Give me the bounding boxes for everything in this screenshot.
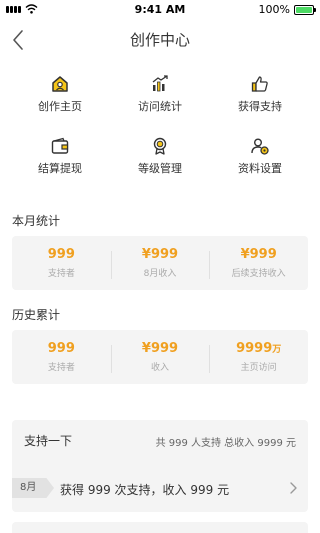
- battery-icon: [294, 4, 316, 15]
- stat-value: 9999万: [209, 341, 308, 356]
- badge-icon: [150, 136, 170, 156]
- stat-monthly-income: ¥999 8月收入: [110, 247, 210, 279]
- stat-income: ¥999 收入: [110, 341, 210, 373]
- stat-supporters: 999 支持者: [12, 247, 111, 279]
- stat-label: 支持者: [47, 269, 75, 279]
- stat-label: 收入: [151, 363, 170, 373]
- monthly-stats-card: 999 支持者 ¥999 8月收入 ¥999 后续支持收入: [12, 236, 308, 290]
- profile-settings-icon: [250, 136, 270, 156]
- menu-item-support[interactable]: 获得支持: [210, 74, 310, 114]
- stat-value: ¥999: [240, 247, 277, 262]
- wallet-icon: [50, 136, 70, 156]
- support-record-text: 获得 999 次支持，收入 999 元: [60, 483, 230, 497]
- chart-icon: [150, 74, 170, 94]
- battery-percent: 100%: [258, 3, 290, 16]
- stat-value: 999: [47, 247, 75, 262]
- support-panel: 支持一下 共 999 人支持 总收入 9999 元 8月 获得 999 次支持，…: [12, 420, 308, 512]
- battery-status: 100%: [258, 3, 316, 16]
- nav-bar: 创作中心: [0, 22, 320, 58]
- menu-item-home[interactable]: 创作主页: [10, 74, 110, 114]
- menu-item-settlement[interactable]: 结算提现: [10, 136, 110, 176]
- support-summary: 共 999 人支持 总收入 9999 元: [155, 438, 296, 449]
- menu-label: 访问统计: [138, 100, 182, 113]
- menu-label: 获得支持: [238, 100, 282, 113]
- stat-number: 9999: [236, 341, 273, 356]
- stat-followup-income: ¥999 后续支持收入: [209, 247, 308, 279]
- home-profile-icon: [50, 74, 70, 94]
- stat-label: 8月收入: [143, 269, 177, 279]
- menu-label: 结算提现: [38, 162, 82, 175]
- stat-label: 支持者: [47, 363, 75, 373]
- menu-item-stats[interactable]: 访问统计: [110, 74, 210, 114]
- menu-label: 资料设置: [238, 162, 282, 175]
- history-title: 历史累计: [12, 308, 61, 322]
- next-card: [12, 522, 308, 533]
- stat-value: ¥999: [141, 247, 179, 262]
- stat-value: 999: [47, 341, 75, 356]
- page-title: 创作中心: [129, 31, 190, 49]
- menu-item-level[interactable]: 等级管理: [110, 136, 210, 176]
- menu-item-settings[interactable]: 资料设置: [210, 136, 310, 176]
- stat-page-visits: 9999万 主页访问: [209, 341, 308, 373]
- stat-label: 主页访问: [240, 363, 277, 373]
- menu-label: 创作主页: [38, 100, 82, 113]
- history-stats-card: 999 支持者 ¥999 收入 9999万 主页访问: [12, 330, 308, 384]
- stat-value: ¥999: [141, 341, 179, 356]
- stat-supporters: 999 支持者: [12, 341, 111, 373]
- support-title: 支持一下: [24, 434, 73, 448]
- thumbs-up-icon: [250, 74, 270, 94]
- support-record-row[interactable]: 8月 获得 999 次支持，收入 999 元: [12, 470, 308, 506]
- stat-label: 后续支持收入: [231, 269, 286, 279]
- chevron-right-icon: [290, 482, 297, 494]
- month-tag: 8月: [12, 478, 54, 498]
- feature-grid: 创作主页 访问统计 获得支持 结算提现 等级管理 资料设置: [10, 74, 310, 176]
- monthly-title: 本月统计: [12, 214, 61, 228]
- status-bar: 9:41 AM 100%: [0, 0, 320, 20]
- menu-label: 等级管理: [138, 162, 182, 175]
- stat-unit: 万: [272, 345, 282, 355]
